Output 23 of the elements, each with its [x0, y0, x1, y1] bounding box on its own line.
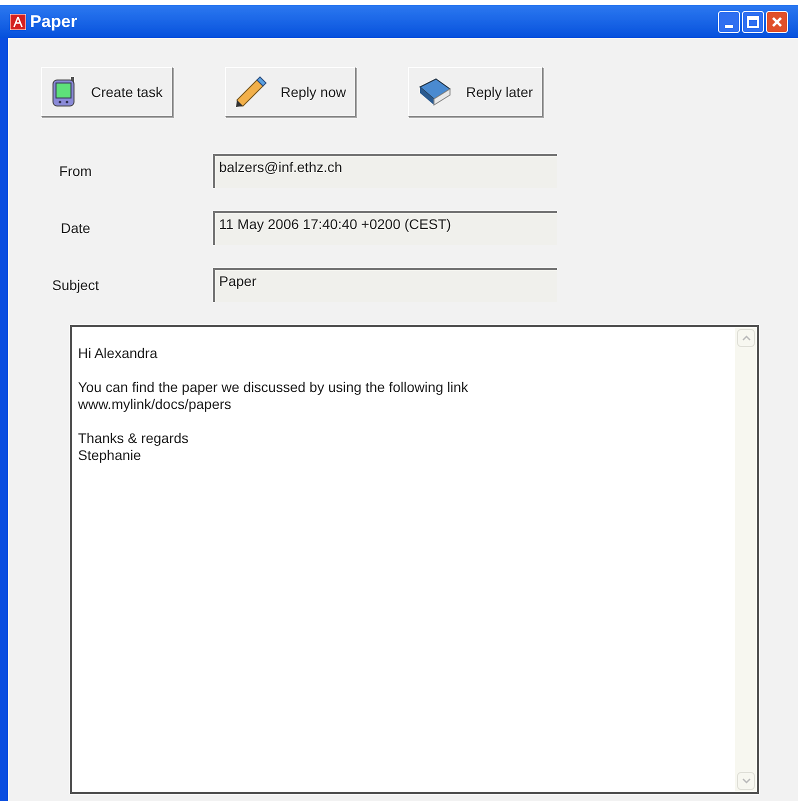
message-paragraph: Hi Alexandra	[78, 345, 158, 362]
window-title: Paper	[30, 10, 78, 33]
field-label: From	[58, 162, 93, 180]
toolbar-button[interactable]: Reply now	[224, 67, 356, 117]
toolbar-button[interactable]: Create task	[41, 67, 173, 117]
input-field[interactable]: balzers@inf.ethz.ch	[213, 154, 557, 188]
close-button[interactable]	[766, 10, 788, 32]
input-field[interactable]: Paper	[213, 268, 557, 302]
minimize-icon	[725, 24, 733, 28]
minimize-button[interactable]	[718, 10, 740, 32]
message-paragraph: Thanks & regards Stephanie	[78, 430, 188, 464]
maximize-button[interactable]	[742, 10, 764, 32]
app-icon	[10, 14, 26, 30]
input-field[interactable]: 11 May 2006 17:40:40 +0200 (CEST)	[213, 211, 557, 245]
handheld-device-icon	[51, 77, 77, 107]
close-icon	[771, 16, 783, 28]
pencil-icon	[234, 76, 267, 108]
books-icon	[418, 77, 452, 107]
toolbar-button[interactable]: Reply later	[408, 67, 543, 117]
maximize-icon	[747, 16, 759, 28]
field-label: Subject	[51, 276, 100, 295]
field-label: Date	[60, 218, 92, 238]
message-paragraph: You can find the paper we discussed by using the following link www.mylink/docs/papers	[78, 379, 468, 413]
